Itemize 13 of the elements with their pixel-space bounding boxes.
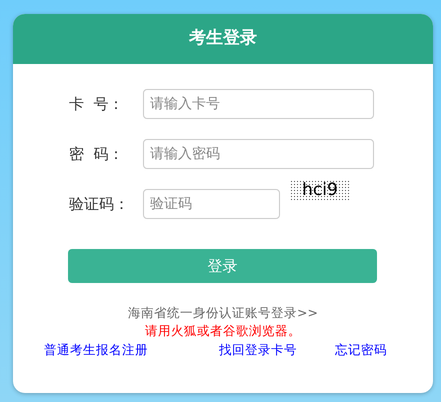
input-field[interactable]: 请输入密码 [143, 139, 374, 169]
field-label: 卡 号： [69, 94, 125, 115]
field-label: 验证码： [69, 194, 130, 215]
field-label: 密 码： [69, 144, 125, 165]
input-field[interactable]: 验证码 [143, 189, 280, 219]
link[interactable]: 找回登录卡号 [219, 341, 297, 360]
header-title: 考生登录 [13, 14, 433, 64]
link[interactable]: 普通考生报名注册 [44, 341, 148, 360]
browser-notice: 请用火狐或者谷歌浏览器。 [145, 323, 301, 338]
input-field[interactable]: 请输入卡号 [143, 89, 374, 119]
captcha-image[interactable]: hci9 [290, 180, 350, 200]
link[interactable]: 忘记密码 [335, 341, 387, 360]
unified-login-link[interactable]: 海南省统一身份认证账号登录>> [128, 305, 318, 320]
